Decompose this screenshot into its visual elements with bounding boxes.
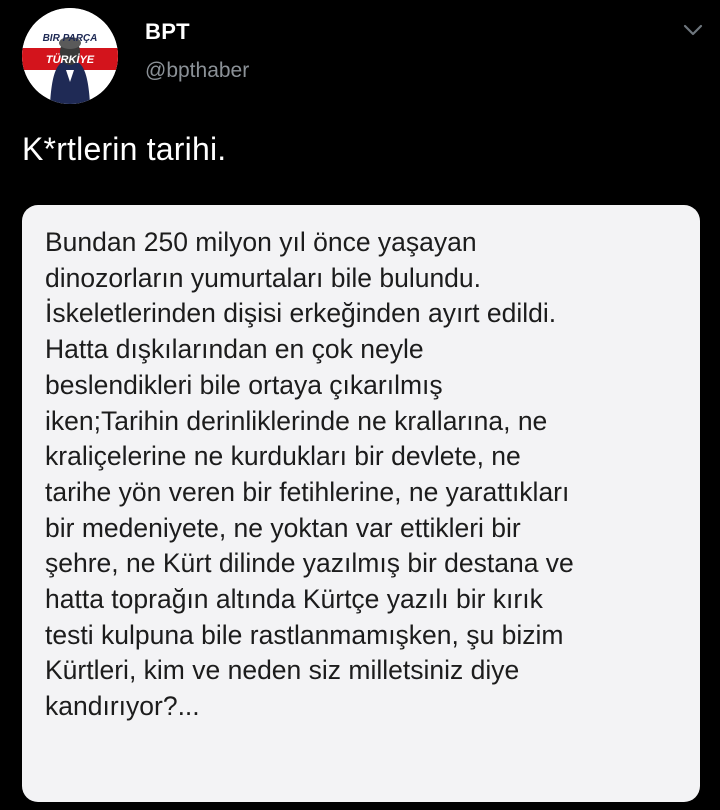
image-text-block: Bundan 250 milyon yıl önce yaşayan dinoz… — [45, 225, 574, 725]
svg-text:TÜRKİYE: TÜRKİYE — [46, 53, 95, 66]
image-text-line: bir medeniyete, ne yoktan var ettikleri … — [45, 512, 521, 543]
image-text-line: İskeletlerinden dişisi erkeğinden ayırt … — [45, 298, 557, 329]
image-text-line: iken;Tarihin derinliklerinde ne kralları… — [45, 405, 548, 436]
image-text-line: dinozorların yumurtaları bile bulundu. — [45, 262, 482, 293]
tweet-text: K*rtlerin tarihi. — [22, 131, 227, 167]
image-text-line: şehre, ne Kürt dilinde yazılmış bir dest… — [45, 548, 574, 579]
image-text-line: testi kulpuna bile rastlanmamışken, şu b… — [45, 619, 564, 650]
avatar-logo: BIR PARÇA TÜRKİYE — [22, 8, 118, 104]
avatar[interactable]: BIR PARÇA TÜRKİYE — [22, 8, 118, 104]
image-text-line: Kürtleri, kim ve neden siz milletsiniz d… — [45, 655, 520, 686]
image-text-line: Hatta dışkılarından en çok neyle — [45, 334, 424, 365]
tweet-image[interactable]: Bundan 250 milyon yıl önce yaşayan dinoz… — [22, 205, 700, 802]
svg-text:BIR PARÇA: BIR PARÇA — [43, 33, 98, 44]
account-name[interactable]: BPT — [145, 19, 190, 45]
account-handle[interactable]: @bpthaber — [145, 59, 249, 83]
image-text-line: Bundan 250 milyon yıl önce yaşayan — [45, 227, 477, 257]
image-text-line: tarihe yön veren bir fetihlerine, ne yar… — [45, 476, 570, 507]
image-text-line: kandırıyor?... — [45, 691, 200, 722]
chevron-down-icon[interactable] — [682, 22, 704, 38]
image-text-line: beslendikleri bile ortaya çıkarılmış — [45, 369, 443, 400]
image-text-line: kraliçelerine ne kurdukları bir devlete,… — [45, 441, 521, 472]
tweet-header: BIR PARÇA TÜRKİYE BPT @bpthaber — [22, 8, 712, 104]
image-text-line: hatta toprağın altında Kürtçe yazılı bir… — [45, 584, 543, 615]
